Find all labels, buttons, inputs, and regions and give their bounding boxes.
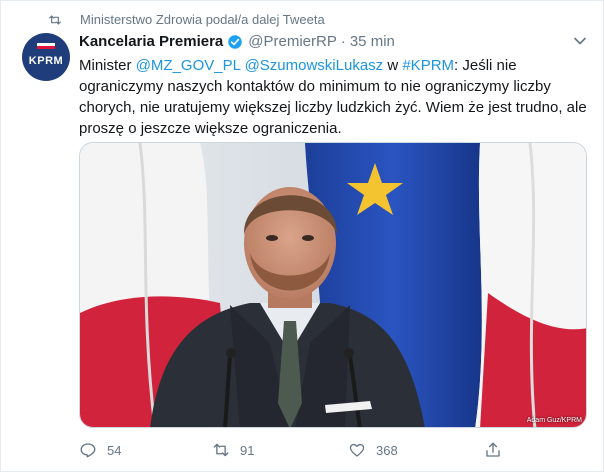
retweet-icon [213,443,229,457]
mention-link[interactable]: @MZ_GOV_PL [136,57,241,74]
tweet-photo[interactable]: Adam Guz/KPRM [79,142,587,428]
like-button[interactable]: 368 [348,439,398,461]
share-icon [486,442,500,457]
timestamp[interactable]: 35 min [350,33,395,51]
verified-badge-icon [228,35,243,49]
tweet-card[interactable]: Ministerstwo Zdrowia podał/a dalej Tweet… [0,0,604,472]
heart-icon [349,443,365,457]
reply-icon [80,443,96,458]
avatar[interactable]: KPRM [22,33,70,81]
tweet-actions: 54 91 368 [79,439,591,461]
text-part: w [383,57,403,74]
user-handle[interactable]: @PremierRP [248,33,337,51]
retweet-context-text[interactable]: Ministerstwo Zdrowia podał/a dalej Tweet… [80,12,325,28]
like-count: 368 [376,442,398,458]
display-name[interactable]: Kancelaria Premiera [79,33,223,51]
mention-link[interactable]: @SzumowskiLukasz [245,57,384,74]
avatar-logo-text: KPRM [28,55,64,67]
text-part: Minister [79,57,136,74]
photo-illustration [80,143,586,427]
reply-count: 54 [107,442,122,458]
hashtag-link[interactable]: #KPRM [402,57,454,74]
separator-dot: · [340,33,346,50]
tweet-text: Minister @MZ_GOV_PL @SzumowskiLukasz w #… [79,55,591,139]
flag-mark-icon [37,43,55,49]
reply-button[interactable]: 54 [79,439,121,461]
chevron-down-icon[interactable] [570,31,590,51]
share-button[interactable] [484,439,502,461]
photo-credit: Adam Guz/KPRM [526,417,582,424]
retweet-icon [49,15,61,25]
retweet-count: 91 [240,442,255,458]
tweet-header: Kancelaria Premiera @PremierRP · 35 min [79,33,395,51]
retweet-button[interactable]: 91 [212,439,254,461]
